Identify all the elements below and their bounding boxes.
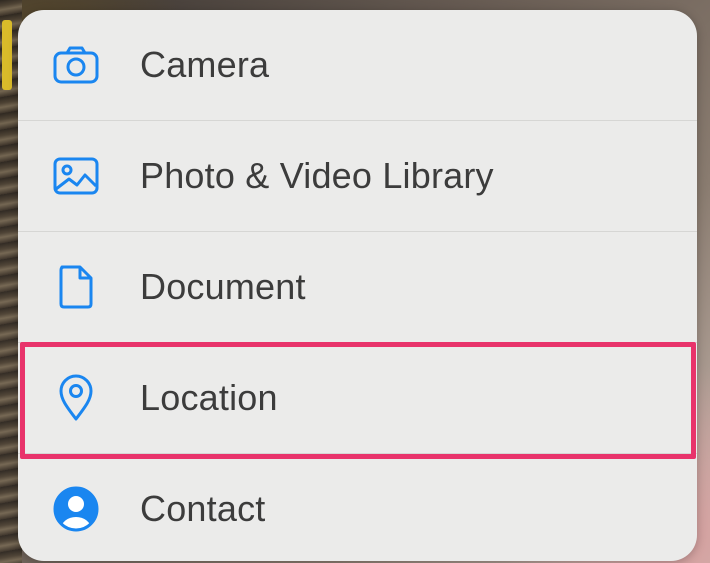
menu-item-contact[interactable]: Contact <box>18 454 697 561</box>
menu-item-camera[interactable]: Camera <box>18 10 697 121</box>
contact-icon <box>52 485 100 533</box>
camera-icon <box>52 41 100 89</box>
attachment-menu: Camera Photo & Video Library Document Lo… <box>18 10 697 561</box>
menu-item-label: Photo & Video Library <box>140 155 494 196</box>
document-icon <box>52 263 100 311</box>
location-pin-icon <box>52 374 100 422</box>
menu-item-label: Contact <box>140 488 266 529</box>
menu-item-label: Camera <box>140 44 270 85</box>
menu-item-photo-video-library[interactable]: Photo & Video Library <box>18 121 697 232</box>
photo-icon <box>52 152 100 200</box>
menu-item-label: Location <box>140 377 278 418</box>
menu-item-location[interactable]: Location <box>18 343 697 454</box>
background-yellow-strip <box>2 20 12 90</box>
menu-item-label: Document <box>140 266 306 307</box>
menu-item-document[interactable]: Document <box>18 232 697 343</box>
